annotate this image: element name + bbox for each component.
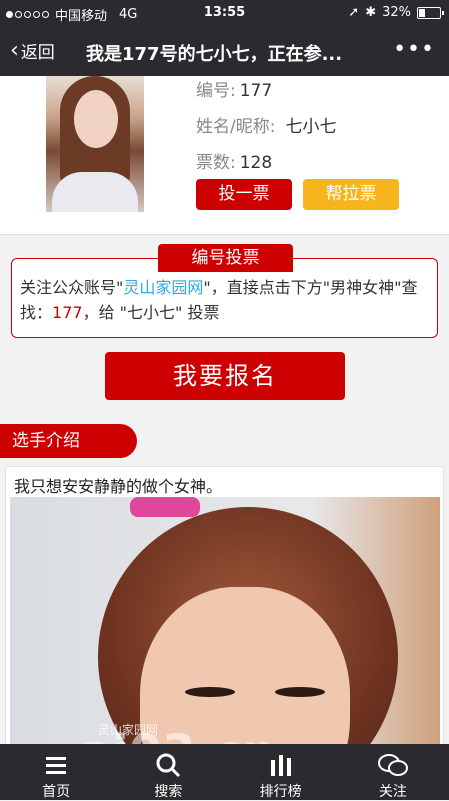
intro-text: 我只想安安静静的做个女神。 bbox=[14, 477, 223, 496]
more-icon[interactable]: ••• bbox=[393, 37, 435, 62]
profile-card: 编号: 177 姓名/昵称: 七小七 票数: 128 投一票 帮拉票 bbox=[0, 76, 449, 235]
name-value: 七小七 bbox=[285, 117, 337, 137]
tab-search[interactable]: 搜索 bbox=[112, 744, 224, 800]
vote-text-part: ，给 "七小七" 投票 bbox=[82, 303, 220, 322]
votes-label: 票数: bbox=[196, 153, 236, 173]
battery-icon bbox=[417, 6, 444, 19]
votes-row: 票数: 128 bbox=[196, 148, 272, 173]
number-row: 编号: 177 bbox=[196, 76, 272, 101]
tab-label: 排行榜 bbox=[259, 784, 302, 800]
location-icon: ➚ bbox=[348, 5, 360, 20]
number-value: 177 bbox=[239, 81, 273, 101]
home-icon bbox=[0, 748, 112, 778]
chevron-left-icon: ‹ bbox=[10, 37, 19, 63]
nav-bar: ‹ 返回 我是177号的七小七，正在参... ••• bbox=[0, 26, 449, 76]
search-icon bbox=[112, 748, 224, 778]
back-label: 返回 bbox=[20, 43, 55, 63]
tab-label: 首页 bbox=[42, 784, 71, 800]
contestant-avatar bbox=[46, 76, 144, 212]
intro-card: 我只想安安静静的做个女神。 灵山家园网 ai03.cn bbox=[5, 466, 444, 756]
bluetooth-icon: ✱ bbox=[365, 5, 377, 20]
tab-home[interactable]: 首页 bbox=[0, 744, 112, 800]
chat-icon bbox=[337, 748, 449, 778]
back-button[interactable]: ‹ 返回 bbox=[10, 38, 55, 63]
tab-ranking[interactable]: 排行榜 bbox=[225, 744, 337, 800]
number-vote-tag: 编号投票 bbox=[158, 244, 293, 272]
canvass-button[interactable]: 帮拉票 bbox=[303, 179, 399, 210]
tab-follow[interactable]: 关注 bbox=[337, 744, 449, 800]
name-label: 姓名/昵称: bbox=[196, 117, 276, 137]
register-button[interactable]: 我要报名 bbox=[105, 352, 345, 400]
vote-button[interactable]: 投一票 bbox=[196, 179, 292, 210]
account-link[interactable]: 灵山家园网 bbox=[123, 278, 203, 297]
battery-percent: 32% bbox=[382, 5, 411, 20]
tab-label: 关注 bbox=[378, 784, 407, 800]
tab-label: 搜索 bbox=[154, 784, 183, 800]
page-title: 我是177号的七小七，正在参... bbox=[86, 44, 343, 65]
number-label: 编号: bbox=[196, 81, 236, 101]
tab-bar: 首页 搜索 排行榜 关注 bbox=[0, 744, 449, 800]
name-row: 姓名/昵称: 七小七 bbox=[196, 112, 336, 137]
vote-instructions: 关注公众账号"灵山家园网"，直接点击下方"男神女神"查找：177，给 "七小七"… bbox=[20, 275, 432, 325]
votes-value: 128 bbox=[239, 153, 273, 173]
ranking-icon bbox=[225, 748, 337, 778]
contestant-photo: 灵山家园网 ai03.cn bbox=[10, 497, 440, 755]
status-bar: 中国移动 4G 13:55 ➚ ✱ 32% bbox=[0, 0, 449, 26]
contestant-number: 177 bbox=[52, 303, 83, 322]
vote-text-part: 关注公众账号" bbox=[20, 278, 124, 297]
intro-section-title: 选手介绍 bbox=[0, 424, 137, 458]
